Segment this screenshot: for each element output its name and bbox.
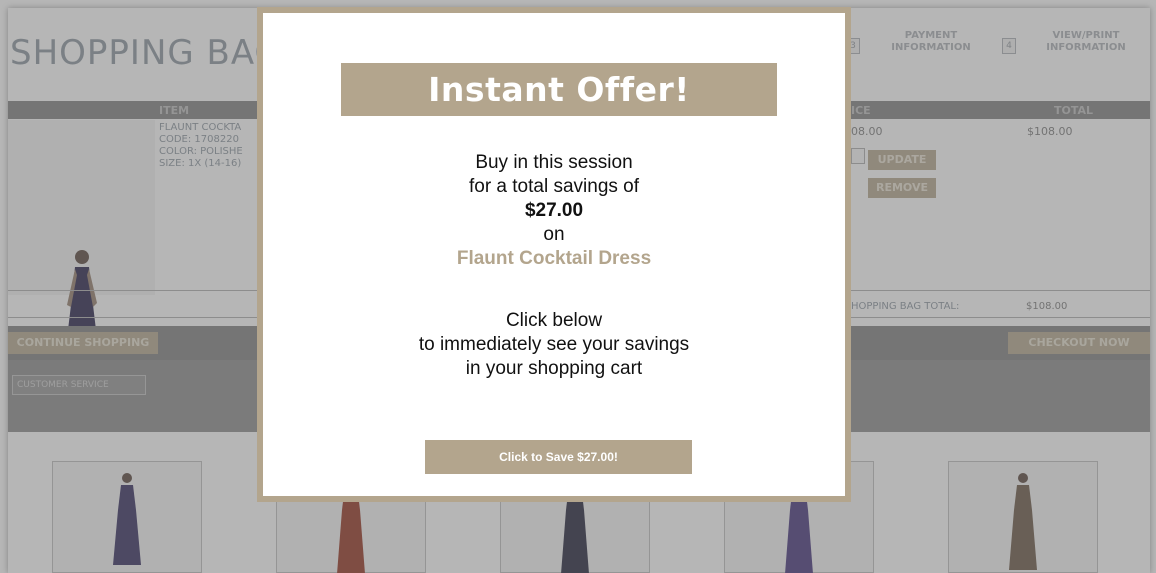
offer-text-line: in your shopping cart [465,358,643,379]
modal-headline: Instant Offer! [341,63,777,116]
click-to-save-button[interactable]: Click to Save $27.00! [425,440,692,474]
offer-text-line: Buy in this session [475,152,633,173]
offer-text-line: on [543,224,565,245]
instant-offer-modal: Instant Offer! Buy in this session for a… [257,7,851,502]
offer-text-line: to immediately see your savings [418,334,690,355]
offer-text-line: Click below [505,310,603,331]
product-name: Flaunt Cocktail Dress [456,248,652,269]
savings-amount: $27.00 [524,200,584,221]
offer-text-line: for a total savings of [468,176,640,197]
